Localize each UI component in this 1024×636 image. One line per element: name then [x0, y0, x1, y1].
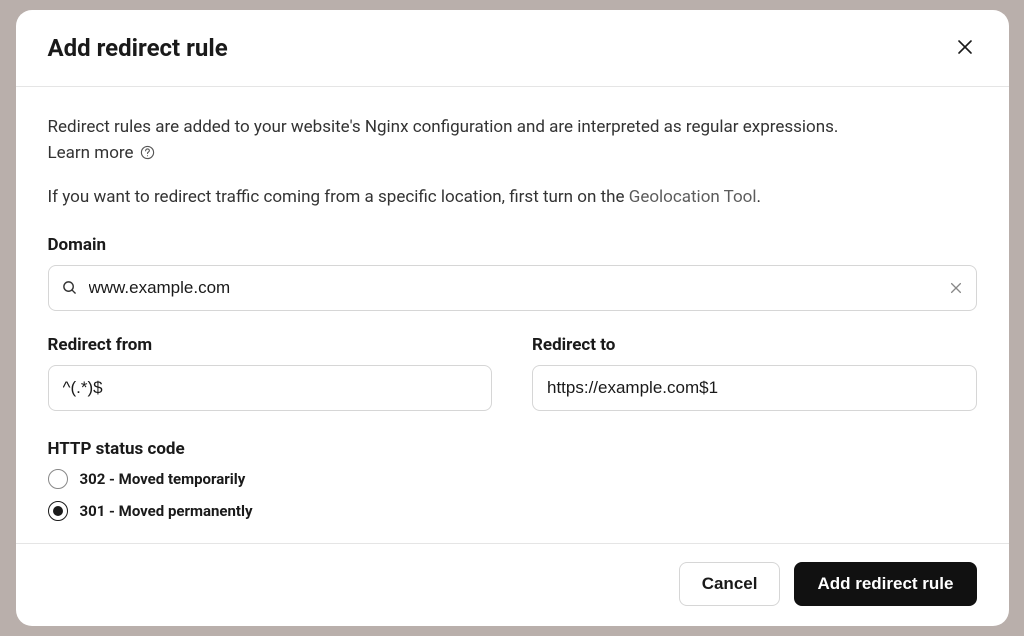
- radio-302[interactable]: 302 - Moved temporarily: [48, 469, 977, 489]
- redirect-to-input[interactable]: [532, 365, 977, 411]
- domain-label: Domain: [48, 235, 977, 255]
- geo-note-prefix: If you want to redirect traffic coming f…: [48, 187, 629, 207]
- help-icon: [140, 145, 155, 160]
- redirect-to-label: Redirect to: [532, 335, 977, 355]
- close-button[interactable]: [953, 35, 977, 62]
- redirect-from-group: Redirect from: [48, 335, 493, 411]
- clear-icon[interactable]: [949, 281, 963, 295]
- modal-footer: Cancel Add redirect rule: [16, 543, 1009, 626]
- close-icon: [957, 39, 973, 58]
- search-icon: [62, 280, 77, 295]
- modal-body: Redirect rules are added to your website…: [16, 87, 1009, 543]
- redirect-from-input[interactable]: [48, 365, 493, 411]
- redirect-from-label: Redirect from: [48, 335, 493, 355]
- geo-note-suffix: .: [757, 187, 761, 207]
- add-redirect-rule-modal: Add redirect rule Redirect rules are add…: [16, 10, 1009, 626]
- status-code-group: HTTP status code 302 - Moved temporarily…: [48, 439, 977, 521]
- radio-301-label: 301 - Moved permanently: [80, 502, 253, 520]
- cancel-button[interactable]: Cancel: [679, 562, 781, 606]
- radio-301[interactable]: 301 - Moved permanently: [48, 501, 977, 521]
- geo-note: If you want to redirect traffic coming f…: [48, 187, 977, 207]
- description-text: Redirect rules are added to your website…: [48, 115, 977, 141]
- domain-search-wrap: [48, 265, 977, 311]
- geolocation-tool-link[interactable]: Geolocation Tool: [629, 187, 757, 207]
- redirect-to-group: Redirect to: [532, 335, 977, 411]
- redirect-fields-row: Redirect from Redirect to: [48, 335, 977, 411]
- status-code-label: HTTP status code: [48, 439, 977, 459]
- domain-input[interactable]: [48, 265, 977, 311]
- learn-more-link[interactable]: Learn more: [48, 143, 134, 163]
- modal-title: Add redirect rule: [48, 34, 228, 62]
- radio-302-label: 302 - Moved temporarily: [80, 470, 246, 488]
- radio-icon: [48, 469, 68, 489]
- domain-field-group: Domain: [48, 235, 977, 311]
- learn-more-row: Learn more: [48, 143, 977, 163]
- modal-header: Add redirect rule: [16, 10, 1009, 87]
- add-redirect-rule-button[interactable]: Add redirect rule: [794, 562, 976, 606]
- radio-icon: [48, 501, 68, 521]
